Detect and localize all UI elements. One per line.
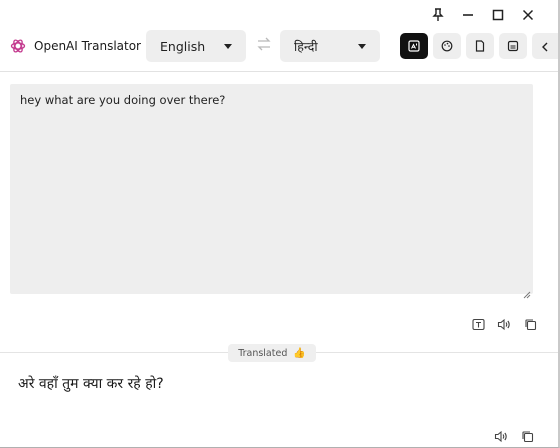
copy-icon[interactable] [522, 316, 538, 332]
history-button[interactable] [499, 33, 527, 59]
resize-grip-icon[interactable] [523, 284, 531, 299]
minimize-icon[interactable] [454, 4, 482, 26]
maximize-icon[interactable] [484, 4, 512, 26]
source-actions [470, 316, 538, 332]
palette-icon [441, 37, 453, 56]
chevron-down-icon [358, 43, 366, 49]
chevron-down-icon [224, 43, 232, 49]
header-bar: OpenAI Translator English हिन्दी [0, 28, 558, 72]
theme-button[interactable] [433, 33, 461, 59]
thumbs-up-icon: 👍 [293, 347, 306, 359]
more-button[interactable] [532, 33, 558, 59]
speaker-icon[interactable] [496, 316, 512, 332]
translate-mode-icon [408, 37, 420, 56]
swap-icon[interactable] [256, 36, 272, 51]
document-icon [474, 37, 486, 56]
translate-mode-button[interactable] [400, 33, 428, 59]
pin-icon[interactable] [424, 4, 452, 26]
copy-icon[interactable] [519, 428, 535, 444]
openai-logo-icon [10, 38, 26, 54]
status-badge: Translated 👍 [228, 344, 316, 362]
source-textarea[interactable]: hey what are you doing over there? [10, 84, 533, 299]
translation-result: अरे वहाँ तुम क्या कर रहे हो? [18, 376, 164, 392]
target-language-value: हिन्दी [294, 38, 318, 54]
source-language-value: English [160, 38, 206, 54]
source-text[interactable]: hey what are you doing over there? [20, 93, 225, 107]
status-label: Translated [238, 347, 288, 359]
app-window: OpenAI Translator English हिन्दी hey wha… [0, 0, 560, 448]
source-language-select[interactable]: English [146, 30, 246, 62]
word-mode-icon[interactable] [470, 316, 486, 332]
document-button[interactable] [466, 33, 494, 59]
target-language-select[interactable]: हिन्दी [280, 30, 380, 62]
result-actions [493, 428, 535, 444]
close-icon[interactable] [514, 4, 542, 26]
chevron-left-icon [541, 37, 549, 56]
app-title: OpenAI Translator [34, 39, 141, 53]
history-icon [507, 37, 519, 56]
speaker-icon[interactable] [493, 428, 509, 444]
